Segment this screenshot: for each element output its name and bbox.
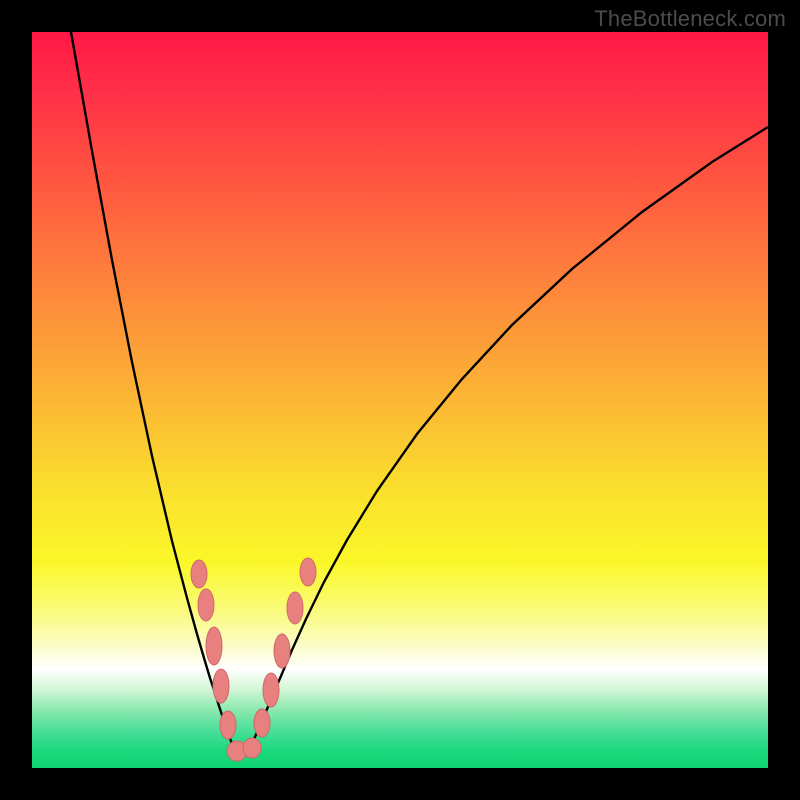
marker-ellipse [254,709,270,737]
chart-svg [32,32,768,768]
curve-group [71,32,768,756]
marker-ellipse [300,558,316,586]
curve-right-branch [250,127,768,747]
marker-ellipse [287,592,303,624]
markers-group [191,558,316,761]
watermark-text: TheBottleneck.com [594,6,786,32]
marker-ellipse [274,634,290,668]
marker-ellipse [263,673,279,707]
chart-frame: TheBottleneck.com [0,0,800,800]
marker-ellipse [198,589,214,621]
marker-ellipse [213,669,229,703]
marker-ellipse [191,560,207,588]
plot-area [32,32,768,768]
marker-ellipse [206,627,222,665]
marker-ellipse [220,711,236,739]
marker-ellipse [243,738,261,758]
